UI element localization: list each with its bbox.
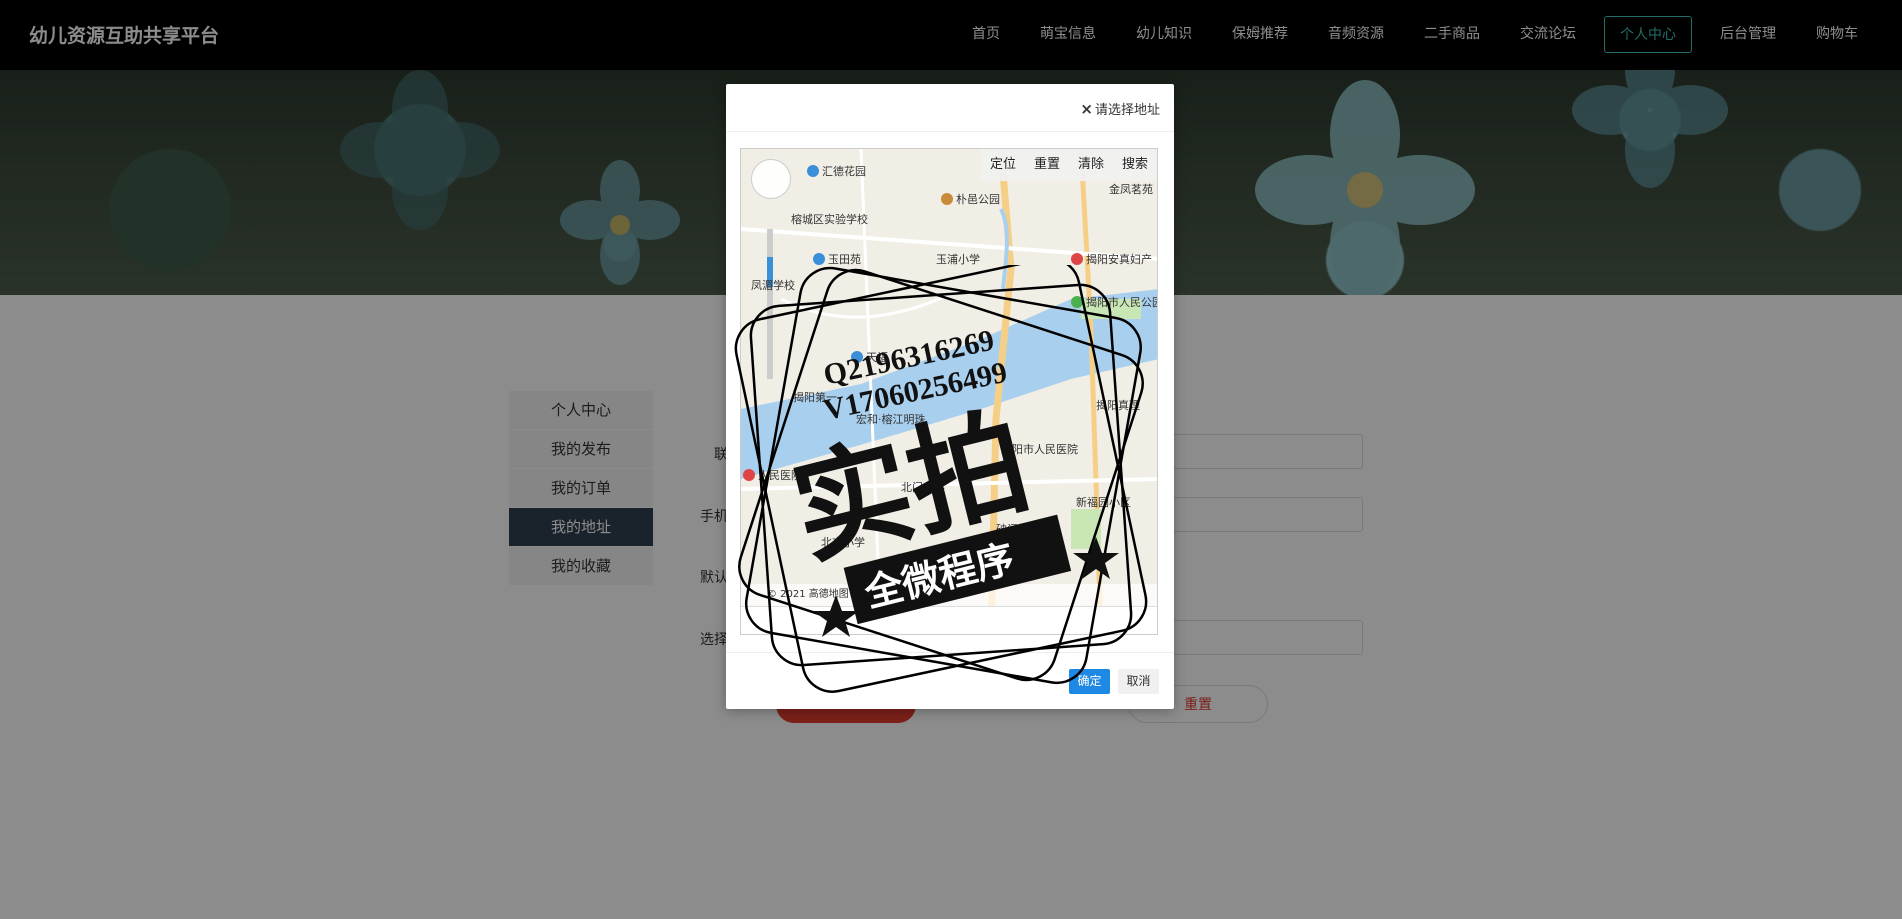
map-poi[interactable]: 宏和·榕江明珠 (856, 411, 926, 427)
map-poi[interactable]: 新福园小区 (1076, 494, 1131, 510)
map-poi[interactable]: 天福 (851, 349, 888, 365)
map-poi[interactable]: 破门楼郑 (996, 521, 1040, 537)
map-toolbar: 定位 重置 清除 搜索 (980, 149, 1157, 181)
map-poi[interactable]: 玉浦小学 (936, 251, 980, 267)
map-poi[interactable]: 金凤茗苑 (1109, 181, 1153, 197)
map-poi[interactable]: 揭阳安真妇产 (1071, 251, 1152, 267)
map-poi[interactable]: 揭阳学宫 (896, 551, 940, 567)
map-poi[interactable]: 揭阳市人民医院 (1001, 441, 1078, 457)
school-icon (807, 165, 819, 177)
modal-title: × 请选择地址 (1080, 99, 1160, 119)
hospital-icon (743, 469, 755, 481)
map-clear-button[interactable]: 清除 (1069, 149, 1113, 181)
map-poi[interactable]: 揭阳真理 (1096, 397, 1140, 413)
map-poi[interactable]: 玉田苑 (813, 251, 861, 267)
school-icon (813, 253, 825, 265)
modal-title-text: 请选择地址 (1094, 103, 1160, 118)
park-icon (1071, 296, 1083, 308)
map-copyright: © 2021 高德地图 (741, 584, 1157, 606)
map-address-input[interactable] (741, 606, 1157, 634)
close-icon[interactable]: × (1080, 100, 1093, 118)
map-reset-button[interactable]: 重置 (1025, 149, 1069, 181)
modal-header: × 请选择地址 (726, 84, 1174, 132)
map-view[interactable]: 汇德花园 榕城区实验学校 朴邑公园 金凤茗苑 玉田苑 玉浦小学 揭阳安真妇产 凤… (740, 148, 1158, 635)
map-search-button[interactable]: 搜索 (1113, 149, 1157, 181)
school-icon (851, 351, 863, 363)
map-poi[interactable]: 北市小学 (821, 534, 865, 550)
park-icon (941, 193, 953, 205)
map-locate-button[interactable]: 定位 (981, 149, 1025, 181)
map-poi[interactable]: 北门小学 (901, 479, 945, 495)
map-poi[interactable]: 揭阳市人民公园 (1071, 294, 1157, 310)
hospital-icon (1071, 253, 1083, 265)
map-pan-control[interactable] (751, 159, 791, 199)
map-poi[interactable]: 朴邑公园 (941, 191, 1000, 207)
map-poi[interactable]: 榕城区实验学校 (791, 211, 868, 227)
cancel-button[interactable]: 取消 (1118, 669, 1159, 694)
map-zoom-slider[interactable] (767, 229, 773, 379)
address-picker-modal: × 请选择地址 汇德花园 榕城区实验学校 朴邑公园 金凤茗苑 玉田苑 玉浦小学 … (726, 84, 1174, 709)
map-poi[interactable]: 揭阳第一 (793, 389, 837, 405)
map-poi[interactable]: 凤湄学校 (751, 277, 795, 293)
map-poi[interactable]: 汇德花园 (807, 163, 866, 179)
confirm-button[interactable]: 确定 (1069, 669, 1110, 694)
map-poi[interactable]: 人民医院 (743, 467, 802, 483)
